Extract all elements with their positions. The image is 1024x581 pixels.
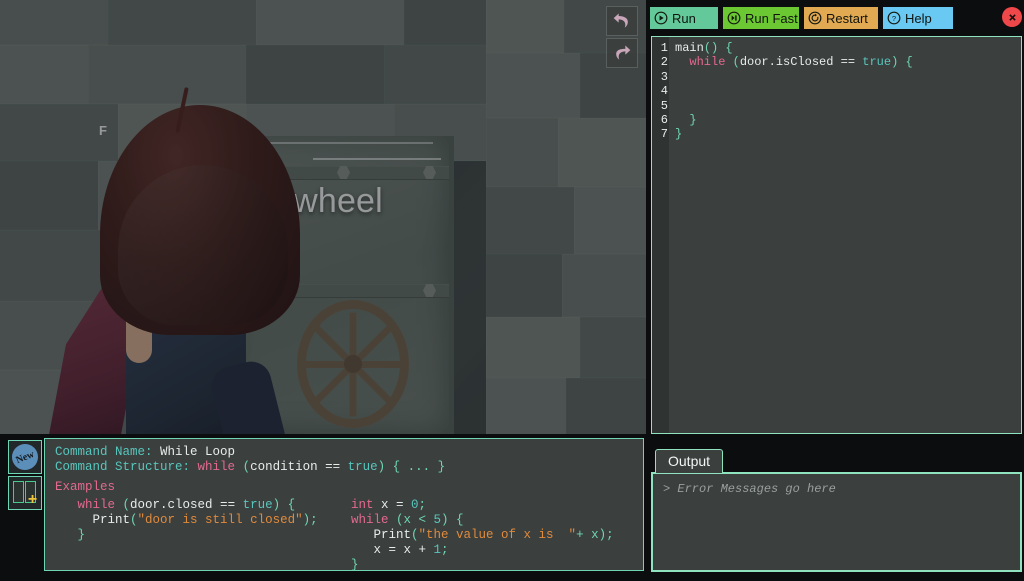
example-token: 5: [433, 513, 442, 527]
example-token: Print: [351, 528, 412, 542]
example-token: door.closed ==: [130, 498, 243, 512]
code-token: }: [675, 127, 683, 142]
example-code-right: int x = 0; while (x < 5) { Print("the va…: [351, 498, 633, 571]
run-fast-button-label: Run Fast: [745, 10, 798, 26]
app-root: wheel F Run Run Fast Restart ? Help 1 2 …: [0, 0, 1024, 581]
command-icon-column: New +: [8, 438, 44, 571]
example-token: ) {: [272, 498, 296, 512]
command-details-box: Command Name: While Loop Command Structu…: [44, 438, 644, 571]
command-name-line: Command Name: While Loop: [55, 445, 633, 460]
example-token: }: [77, 528, 86, 542]
output-console[interactable]: > Error Messages go here: [651, 472, 1022, 572]
examples-heading: Examples: [55, 480, 116, 494]
output-panel: Output > Error Messages go here: [651, 449, 1022, 574]
redo-arrow-icon: [616, 45, 631, 60]
code-token: () {: [703, 41, 733, 55]
code-token: main: [675, 41, 704, 55]
code-token: door.isClosed ==: [739, 55, 863, 70]
svg-text:?: ?: [892, 14, 896, 23]
scene-dim-overlay: [0, 0, 646, 434]
plus-icon: +: [27, 491, 38, 508]
run-button-label: Run: [672, 10, 696, 26]
example-token: x = x +: [351, 543, 434, 557]
command-structure-line: Command Structure: while (condition == t…: [55, 460, 633, 475]
undo-button[interactable]: [606, 6, 638, 36]
code-token: true: [862, 55, 892, 70]
example-token: int: [351, 498, 374, 512]
play-icon: [654, 11, 668, 25]
output-tab[interactable]: Output: [655, 449, 724, 473]
run-button[interactable]: Run: [650, 7, 718, 29]
example-token: (: [411, 528, 419, 542]
examples-grid: while (door.closed == true) { Print("doo…: [55, 498, 633, 571]
command-info-panel: New + Command Name: While Loop Command S…: [8, 438, 644, 571]
code-editor[interactable]: 1 2 3 4 5 6 7 main() { while (door.isClo…: [651, 36, 1022, 434]
line-number-gutter: 1 2 3 4 5 6 7: [652, 37, 669, 433]
example-token: 1: [433, 543, 442, 557]
command-structure-label: Command Structure:: [55, 460, 191, 474]
structure-token: true: [347, 460, 378, 474]
help-button-label: Help: [905, 10, 932, 26]
close-button[interactable]: [1002, 7, 1022, 27]
example-token: Print: [77, 513, 131, 527]
code-token: ) {: [891, 55, 913, 70]
example-token: "door is still closed": [137, 513, 303, 527]
command-library-button[interactable]: +: [8, 476, 42, 510]
restart-icon: [808, 11, 822, 25]
structure-token: (: [235, 460, 251, 474]
restart-button-label: Restart: [826, 10, 868, 26]
example-token: true: [242, 498, 273, 512]
book-page-left: [13, 481, 24, 503]
undo-arrow-icon: [613, 13, 628, 28]
code-token: (: [725, 55, 740, 70]
example-token: 0: [411, 498, 419, 512]
editor-toolbar: Run Run Fast Restart ? Help: [650, 5, 1024, 31]
example-token: x =: [373, 498, 412, 512]
example-token: "the value of x is ": [418, 528, 577, 542]
example-token: );: [302, 513, 318, 527]
example-token: ) {: [441, 513, 464, 527]
restart-button[interactable]: Restart: [804, 7, 878, 29]
game-viewport[interactable]: wheel F: [0, 0, 646, 434]
code-token: }: [675, 113, 697, 128]
command-name-label: Command Name:: [55, 445, 153, 459]
redo-button[interactable]: [606, 38, 638, 68]
example-token: + x);: [576, 528, 614, 542]
example-token: (: [115, 498, 131, 512]
code-token: while: [689, 55, 726, 70]
command-name-value: While Loop: [160, 445, 236, 459]
example-code-left: while (door.closed == true) { Print("doo…: [55, 498, 351, 570]
example-token: }: [351, 558, 359, 571]
code-text-area[interactable]: main() { while (door.isClosed == true) {…: [669, 37, 1021, 433]
new-badge-icon: New: [8, 440, 42, 474]
example-token: (: [130, 513, 138, 527]
structure-token: condition ==: [250, 460, 348, 474]
book-plus-icon: +: [12, 480, 38, 508]
example-token: ;: [418, 498, 427, 512]
structure-token: while: [197, 460, 236, 474]
example-token: while: [77, 498, 116, 512]
example-token: ;: [441, 543, 449, 557]
example-token: (x <: [388, 513, 434, 527]
run-fast-button[interactable]: Run Fast: [723, 7, 799, 29]
question-mark-icon: ?: [887, 11, 901, 25]
new-command-badge-button[interactable]: New: [8, 440, 42, 474]
close-icon: [1008, 13, 1016, 21]
example-token: while: [351, 513, 389, 527]
play-fast-icon: [727, 11, 741, 25]
history-controls: [606, 6, 638, 68]
help-button[interactable]: ? Help: [883, 7, 953, 29]
structure-token: ) { ... }: [377, 460, 446, 474]
